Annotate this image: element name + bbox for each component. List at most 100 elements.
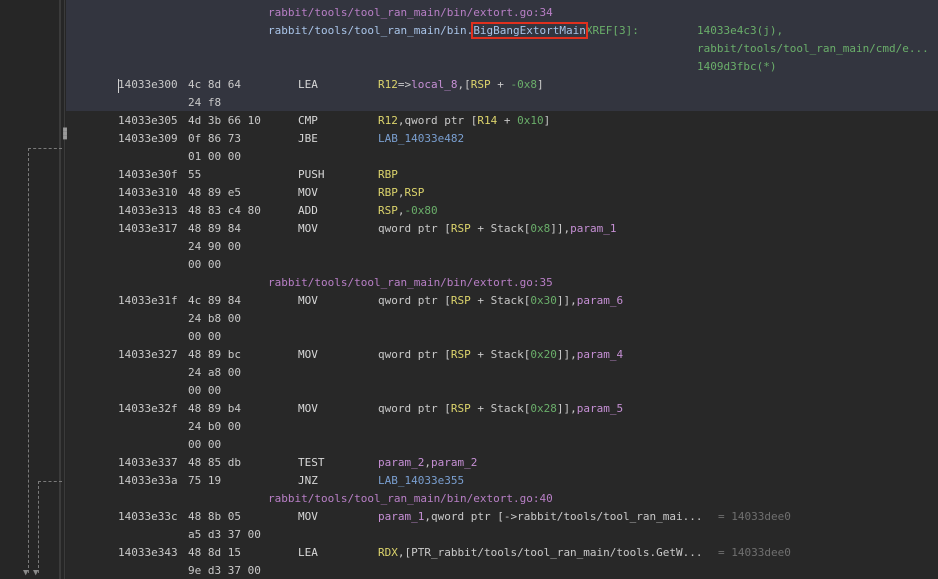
instruction-bytes: 24 90 00	[188, 240, 241, 253]
instruction-address[interactable]: 14033e309	[118, 130, 178, 148]
operand-token: + Stack[	[470, 348, 531, 361]
instruction-mnemonic[interactable]: PUSH	[298, 166, 325, 184]
operand-token: RBP	[378, 168, 398, 181]
operand-token: +	[497, 114, 518, 127]
operand-token: qword ptr [	[378, 348, 451, 361]
operand-token: RSP	[470, 78, 491, 91]
operand-token: + Stack[	[470, 402, 531, 415]
gutter-divider	[59, 0, 61, 579]
instruction-mnemonic[interactable]: MOV	[298, 400, 318, 418]
operand-token: ,[	[457, 78, 471, 91]
instruction-operands[interactable]: param_1,qword ptr [->rabbit/tools/tool_r…	[378, 508, 703, 526]
instruction-operands[interactable]: RBP	[378, 166, 398, 184]
operand-token: +	[490, 78, 511, 91]
operand-token: ]],	[556, 348, 577, 361]
operand-token: 0x8	[530, 222, 551, 235]
instruction-address[interactable]: 14033e305	[118, 112, 178, 130]
instruction-eol-comment: = 14033dee0	[718, 510, 791, 523]
xref-entry[interactable]: rabbit/tools/tool_ran_main/cmd/e...	[697, 40, 929, 58]
instruction-mnemonic[interactable]: TEST	[298, 454, 325, 472]
function-namespace: rabbit/tools/tool_ran_main/bin.	[268, 24, 474, 37]
instruction-address[interactable]: 14033e343	[118, 544, 178, 562]
operand-token: -0x8	[510, 78, 537, 91]
source-line-35: rabbit/tools/tool_ran_main/bin/extort.go…	[268, 276, 553, 289]
instruction-address[interactable]: 14033e337	[118, 454, 178, 472]
instruction-address[interactable]: 14033e313	[118, 202, 178, 220]
instruction-operands[interactable]: LAB_14033e355	[378, 472, 464, 490]
operand-token: qword ptr [	[378, 222, 451, 235]
operand-token: ,[PTR_rabbit/tools/tool_ran_main/tools.G…	[397, 546, 703, 559]
instruction-address[interactable]: 14033e300	[118, 76, 178, 94]
instruction-bytes: 4c 89 84	[188, 294, 241, 307]
operand-token: param_2	[378, 456, 425, 469]
instruction-address[interactable]: 14033e30f	[118, 166, 178, 184]
operand-token: 0x30	[530, 294, 557, 307]
instruction-bytes: 00 00	[188, 330, 222, 343]
operand-token: RSP	[404, 186, 425, 199]
instruction-bytes: 00 00	[188, 438, 222, 451]
instruction-address[interactable]: 14033e310	[118, 184, 178, 202]
function-name[interactable]: BigBangExtortMain	[471, 22, 588, 39]
listing-left-border	[64, 0, 65, 579]
operand-token: ]],	[556, 294, 577, 307]
instruction-mnemonic[interactable]: MOV	[298, 508, 318, 526]
instruction-operands[interactable]: RBP,RSP	[378, 184, 424, 202]
instruction-address[interactable]: 14033e33c	[118, 508, 178, 526]
operand-token: 0x28	[530, 402, 557, 415]
flow-arrow-line	[28, 148, 62, 149]
operand-token: R12	[378, 78, 398, 91]
instruction-bytes: 48 83 c4 80	[188, 204, 261, 217]
instruction-mnemonic[interactable]: MOV	[298, 346, 318, 364]
instruction-operands[interactable]: R12=>local_8,[RSP + -0x8]	[378, 76, 544, 94]
instruction-operands[interactable]: qword ptr [RSP + Stack[0x8]],param_1	[378, 220, 616, 238]
operand-token: 0x20	[530, 348, 557, 361]
instruction-bytes: 48 8d 15	[188, 546, 241, 559]
instruction-address[interactable]: 14033e31f	[118, 292, 178, 310]
instruction-operands[interactable]: qword ptr [RSP + Stack[0x30]],param_6	[378, 292, 623, 310]
instruction-address[interactable]: 14033e317	[118, 220, 178, 238]
operand-token: param_2	[430, 456, 478, 469]
label-link[interactable]: LAB_14033e482	[378, 132, 464, 145]
instruction-bytes: 4d 3b 66 10	[188, 114, 261, 127]
operand-token: 0x10	[517, 114, 544, 127]
split-drag-handle[interactable]: ▪ ▪ ▪	[62, 125, 68, 143]
operand-token: qword ptr [	[378, 402, 451, 415]
flow-arrow-line	[38, 481, 62, 482]
instruction-mnemonic[interactable]: ADD	[298, 202, 318, 220]
instruction-operands[interactable]: qword ptr [RSP + Stack[0x20]],param_4	[378, 346, 623, 364]
instruction-mnemonic[interactable]: LEA	[298, 76, 318, 94]
operand-token: RBP	[378, 186, 398, 199]
xref-entry[interactable]: 14033e4c3(j),	[697, 22, 783, 40]
instruction-mnemonic[interactable]: MOV	[298, 220, 318, 238]
instruction-operands[interactable]: RDX,[PTR_rabbit/tools/tool_ran_main/tool…	[378, 544, 703, 562]
instruction-mnemonic[interactable]: JBE	[298, 130, 318, 148]
operand-token: RSP	[450, 402, 471, 415]
instruction-operands[interactable]: param_2,param_2	[378, 454, 477, 472]
instruction-bytes: 4c 8d 64	[188, 78, 241, 91]
operand-token: ,qword ptr [	[397, 114, 478, 127]
xref-entry[interactable]: 1409d3fbc(*)	[697, 58, 776, 76]
instruction-bytes: 00 00	[188, 258, 222, 271]
label-link[interactable]: LAB_14033e355	[378, 474, 464, 487]
instruction-address[interactable]: 14033e33a	[118, 472, 178, 490]
instruction-bytes: 24 b8 00	[188, 312, 241, 325]
arrow-down-icon: ▼	[33, 568, 39, 578]
instruction-mnemonic[interactable]: JNZ	[298, 472, 318, 490]
operand-token: param_5	[576, 402, 624, 415]
instruction-operands[interactable]: RSP,-0x80	[378, 202, 438, 220]
instruction-mnemonic[interactable]: LEA	[298, 544, 318, 562]
flow-arrow-line	[38, 481, 39, 573]
operand-token: ,	[397, 186, 405, 199]
instruction-operands[interactable]: LAB_14033e482	[378, 130, 464, 148]
instruction-operands[interactable]: R12,qword ptr [R14 + 0x10]	[378, 112, 550, 130]
instruction-bytes: 48 8b 05	[188, 510, 241, 523]
instruction-mnemonic[interactable]: MOV	[298, 292, 318, 310]
instruction-bytes: a5 d3 37 00	[188, 528, 261, 541]
instruction-address[interactable]: 14033e32f	[118, 400, 178, 418]
xref-label: XREF[3]:	[585, 24, 639, 37]
instruction-bytes: 48 89 e5	[188, 186, 241, 199]
instruction-mnemonic[interactable]: MOV	[298, 184, 318, 202]
instruction-mnemonic[interactable]: CMP	[298, 112, 318, 130]
instruction-address[interactable]: 14033e327	[118, 346, 178, 364]
instruction-operands[interactable]: qword ptr [RSP + Stack[0x28]],param_5	[378, 400, 623, 418]
